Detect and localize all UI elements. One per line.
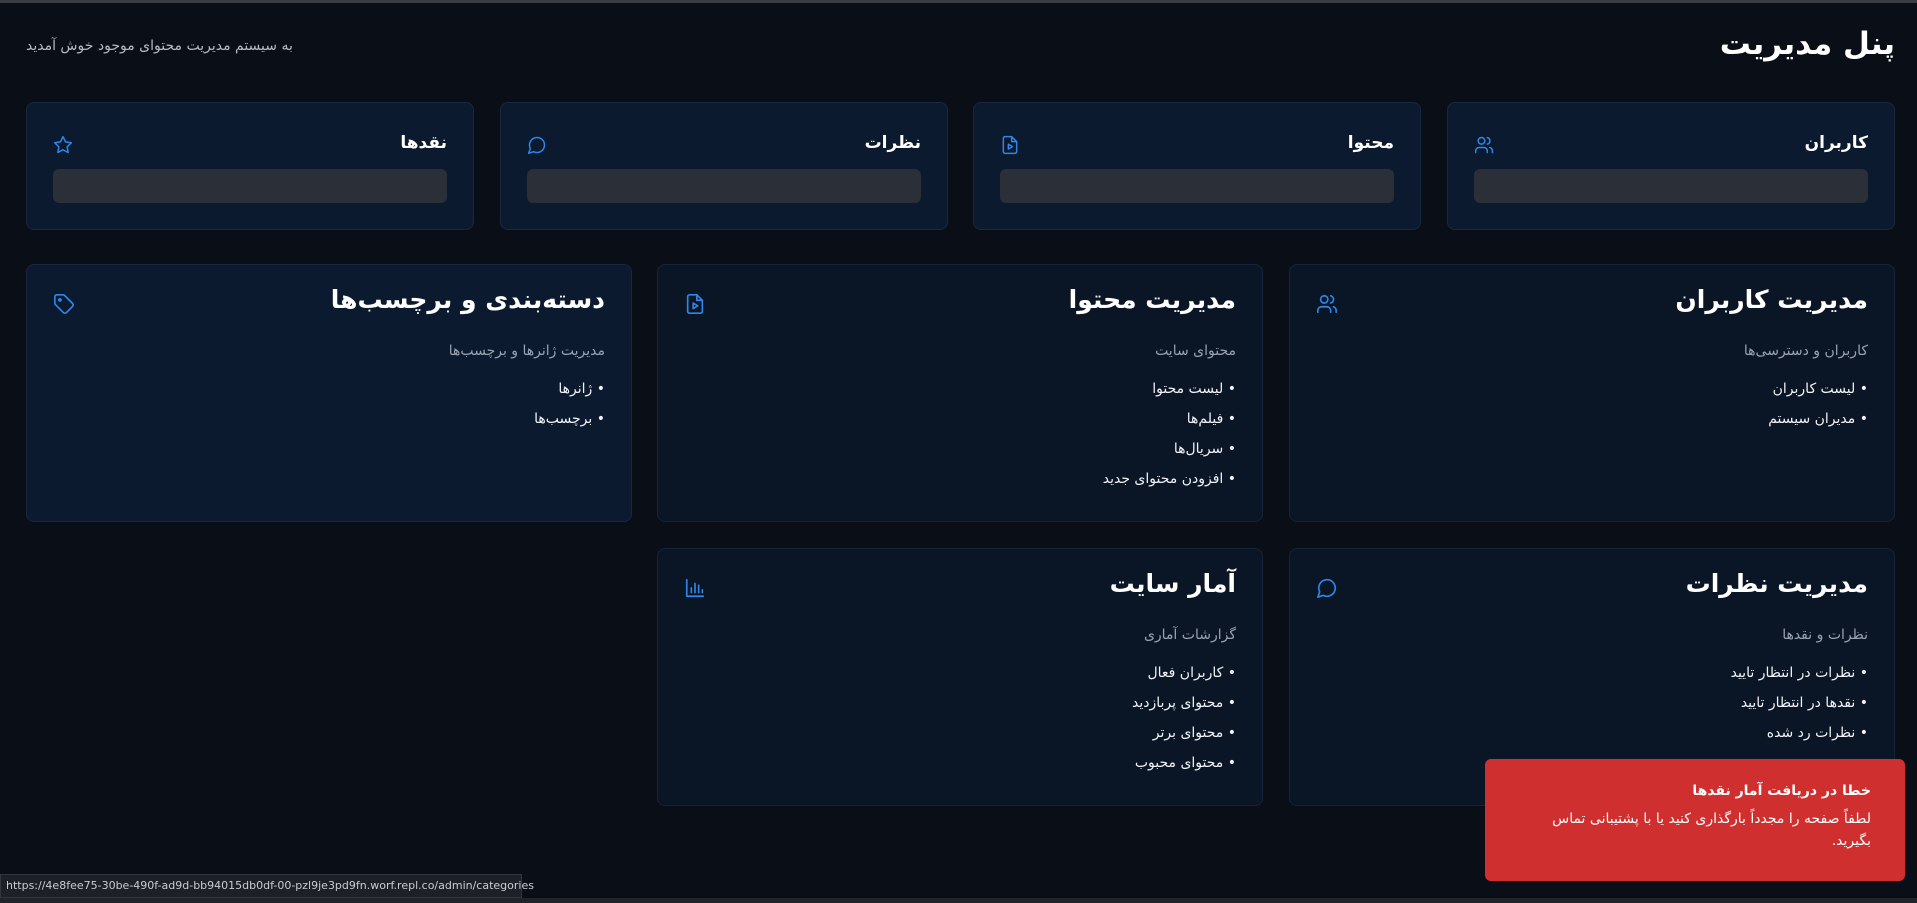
link-movies[interactable]: • فیلم‌ها [1103,409,1236,439]
stat-title-content: محتوا [1347,133,1394,153]
stat-card-reviews: نقدها [26,102,474,230]
card-title: مدیریت نظرات [1685,569,1868,598]
card-title: آمار سایت [1109,569,1236,598]
message-circle-icon [1316,577,1338,599]
users-icon [1474,135,1494,155]
card-title: مدیریت محتوا [1068,285,1236,314]
link-genres[interactable]: • ژانرها [534,379,605,409]
tag-icon [53,293,75,315]
star-icon [53,135,73,155]
card-subtitle: گزارشات آماری [1143,627,1236,643]
link-popular-content[interactable]: • محتوای محبوب [1132,753,1236,783]
card-link-list: • کاربران فعال • محتوای پربازدید • محتوا… [1132,663,1236,783]
link-system-admins[interactable]: • مدیران سیستم [1768,409,1868,439]
card-link-list: • لیست محتوا • فیلم‌ها • سریال‌ها • افزو… [1103,379,1236,499]
link-series[interactable]: • سریال‌ها [1103,439,1236,469]
link-active-users[interactable]: • کاربران فعال [1132,663,1236,693]
link-rejected-comments[interactable]: • نظرات رد شده [1731,723,1868,753]
status-url-bar: https://4e8fee75-30be-490f-ad9d-bb94015d… [0,874,534,898]
message-circle-icon [527,135,547,155]
stat-card-users: کاربران [1447,102,1895,230]
link-tags[interactable]: • برچسب‌ها [534,409,605,439]
toast-title: خطا در دریافت آمار نقدها [1692,783,1871,799]
window-top-border [0,0,1917,3]
card-user-management[interactable]: مدیریت کاربران کاربران و دسترسی‌ها • لیس… [1289,264,1895,522]
page-header: پنل مدیریت به سیستم مدیریت محتوای موجود … [26,26,1895,66]
link-pending-comments[interactable]: • نظرات در انتظار تایید [1731,663,1868,693]
card-content-management[interactable]: مدیریت محتوا محتوای سایت • لیست محتوا • … [657,264,1263,522]
stat-value-skeleton [527,169,921,203]
toast-message: لطفاً صفحه را مجدداً بارگذاری کنید یا با… [1552,811,1871,849]
card-link-list: • نظرات در انتظار تایید • نقدها در انتظا… [1731,663,1868,753]
card-site-stats[interactable]: آمار سایت گزارشات آماری • کاربران فعال •… [657,548,1263,806]
link-content-list[interactable]: • لیست محتوا [1103,379,1236,409]
file-play-icon [1000,135,1020,155]
card-subtitle: محتوای سایت [1155,343,1236,359]
welcome-text: به سیستم مدیریت محتوای موجود خوش آمدید [26,38,293,54]
window-bottom-border [0,898,1917,903]
stat-value-skeleton [53,169,447,203]
stat-title-reviews: نقدها [400,133,447,153]
stat-title-comments: نظرات [864,133,921,153]
card-subtitle: نظرات و نقدها [1782,627,1868,643]
link-add-content[interactable]: • افزودن محتوای جدید [1103,469,1236,499]
link-top-content[interactable]: • محتوای برتر [1132,723,1236,753]
card-link-list: • ژانرها • برچسب‌ها [534,379,605,439]
stat-title-users: کاربران [1804,133,1868,153]
stat-value-skeleton [1474,169,1868,203]
card-categories-tags[interactable]: دسته‌بندی و برچسب‌ها مدیریت ژانرها و برچ… [26,264,632,522]
stat-value-skeleton [1000,169,1394,203]
card-subtitle: مدیریت ژانرها و برچسب‌ها [448,343,605,359]
error-toast[interactable]: خطا در دریافت آمار نقدها لطفاً صفحه را م… [1485,759,1905,881]
link-pending-reviews[interactable]: • نقدها در انتظار تایید [1731,693,1868,723]
bar-chart-icon [684,577,706,599]
card-subtitle: کاربران و دسترسی‌ها [1743,343,1868,359]
card-title: دسته‌بندی و برچسب‌ها [330,285,605,314]
link-user-list[interactable]: • لیست کاربران [1768,379,1868,409]
file-play-icon [684,293,706,315]
page-title: پنل مدیریت [1719,26,1895,62]
card-title: مدیریت کاربران [1675,285,1868,314]
users-icon [1316,293,1338,315]
stat-card-comments: نظرات [500,102,948,230]
card-link-list: • لیست کاربران • مدیران سیستم [1768,379,1868,439]
stat-card-content: محتوا [973,102,1421,230]
link-most-viewed[interactable]: • محتوای پربازدید [1132,693,1236,723]
